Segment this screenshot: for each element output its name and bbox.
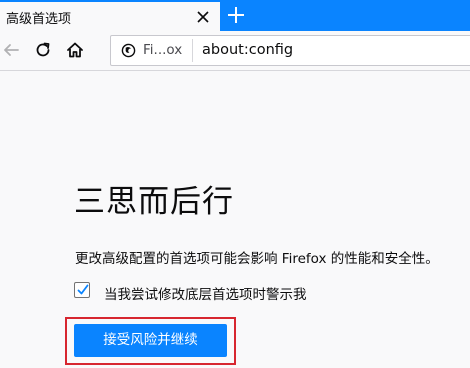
checkbox-label[interactable]: 当我尝试修改底层首选项时警示我: [104, 283, 307, 303]
page-title: 三思而后行: [74, 184, 234, 220]
tab-strip: 高级首选项: [0, 0, 470, 31]
identity-box[interactable]: Fi...ox: [115, 39, 193, 62]
url-bar[interactable]: Fi...ox about:config: [110, 35, 470, 66]
close-icon[interactable]: [196, 10, 210, 24]
arrow-left-icon[interactable]: [2, 41, 20, 59]
accept-risk-button[interactable]: 接受风险并继续: [74, 324, 227, 357]
firefox-icon: [121, 43, 136, 58]
warn-checkbox[interactable]: [74, 282, 90, 298]
home-icon[interactable]: [66, 41, 84, 59]
url-input[interactable]: about:config: [202, 42, 293, 58]
warning-message: 更改高级配置的首选项可能会影响 Firefox 的性能和安全性。: [75, 251, 439, 267]
checkmark-icon: [77, 284, 89, 295]
plus-icon[interactable]: [226, 5, 246, 25]
tab-title: 高级首选项: [6, 12, 72, 27]
tab-advanced-preferences[interactable]: 高级首选项: [0, 0, 220, 31]
reload-icon[interactable]: [34, 41, 52, 59]
identity-label: Fi...ox: [143, 42, 183, 58]
